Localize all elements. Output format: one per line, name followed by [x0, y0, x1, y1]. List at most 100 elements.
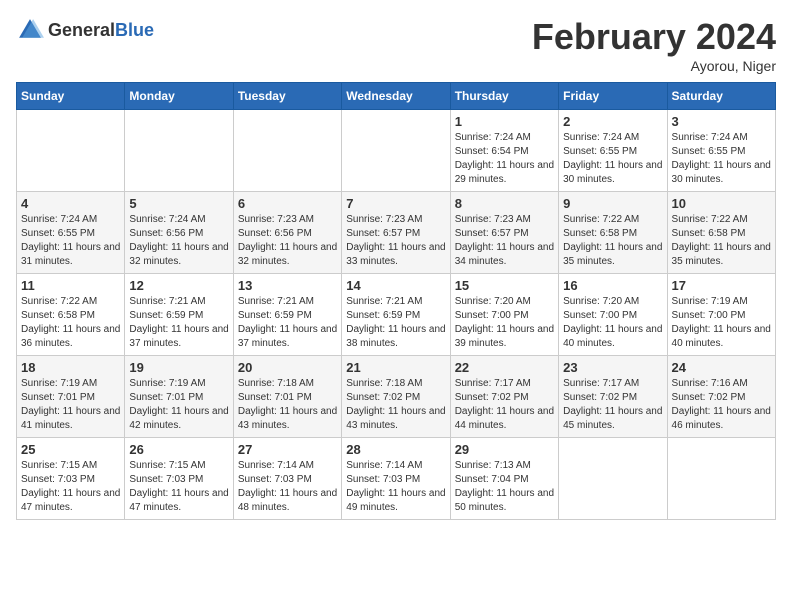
day-info: Sunrise: 7:23 AMSunset: 6:57 PMDaylight:…	[346, 213, 445, 269]
calendar-cell: 10 Sunrise: 7:22 AMSunset: 6:58 PMDayligh…	[667, 192, 775, 274]
calendar-cell: 18 Sunrise: 7:19 AMSunset: 7:01 PMDayligh…	[17, 356, 125, 438]
calendar-cell: 16Sunrise: 7:20 AMSunset: 7:00 PMDayligh…	[559, 274, 667, 356]
day-info: Sunrise: 7:18 AMSunset: 7:01 PMDaylight:…	[238, 377, 337, 433]
day-header-monday: Monday	[125, 83, 233, 110]
day-number: 4	[21, 196, 120, 211]
title-block: February 2024 Ayorou, Niger	[532, 16, 776, 74]
day-number: 16	[563, 278, 662, 293]
day-info: Sunrise: 7:22 AMSunset: 6:58 PMDaylight:…	[21, 295, 120, 351]
day-number: 10	[672, 196, 771, 211]
calendar-table: SundayMondayTuesdayWednesdayThursdayFrid…	[16, 82, 776, 520]
day-number: 15	[455, 278, 554, 293]
day-number: 9	[563, 196, 662, 211]
day-number: 23	[563, 360, 662, 375]
day-number: 19	[129, 360, 228, 375]
calendar-cell: 1Sunrise: 7:24 AMSunset: 6:54 PMDaylight…	[450, 110, 558, 192]
day-info: Sunrise: 7:21 AMSunset: 6:59 PMDaylight:…	[238, 295, 337, 351]
calendar-cell: 28Sunrise: 7:14 AMSunset: 7:03 PMDayligh…	[342, 438, 450, 520]
day-info: Sunrise: 7:21 AMSunset: 6:59 PMDaylight:…	[346, 295, 445, 351]
day-number: 3	[672, 114, 771, 129]
day-info: Sunrise: 7:19 AMSunset: 7:00 PMDaylight:…	[672, 295, 771, 351]
calendar-cell	[667, 438, 775, 520]
calendar-cell: 20 Sunrise: 7:18 AMSunset: 7:01 PMDayligh…	[233, 356, 341, 438]
month-title: February 2024	[532, 16, 776, 58]
day-number: 28	[346, 442, 445, 457]
day-info: Sunrise: 7:21 AMSunset: 6:59 PMDaylight:…	[129, 295, 228, 351]
day-info: Sunrise: 7:16 AMSunset: 7:02 PMDaylight:…	[672, 377, 771, 433]
logo-icon	[16, 16, 44, 44]
day-number: 22	[455, 360, 554, 375]
calendar-cell: 26 Sunrise: 7:15 AMSunset: 7:03 PMDayligh…	[125, 438, 233, 520]
day-number: 24	[672, 360, 771, 375]
day-number: 13	[238, 278, 337, 293]
day-info: Sunrise: 7:24 AMSunset: 6:55 PMDaylight:…	[672, 131, 771, 187]
calendar-cell	[342, 110, 450, 192]
calendar-cell: 21 Sunrise: 7:18 AMSunset: 7:02 PMDayligh…	[342, 356, 450, 438]
day-info: Sunrise: 7:24 AMSunset: 6:55 PMDaylight:…	[21, 213, 120, 269]
calendar-cell: 19 Sunrise: 7:19 AMSunset: 7:01 PMDayligh…	[125, 356, 233, 438]
day-header-sunday: Sunday	[17, 83, 125, 110]
day-number: 20	[238, 360, 337, 375]
calendar-cell: 2 Sunrise: 7:24 AMSunset: 6:55 PMDaylight…	[559, 110, 667, 192]
calendar-cell	[559, 438, 667, 520]
calendar-cell: 17 Sunrise: 7:19 AMSunset: 7:00 PMDayligh…	[667, 274, 775, 356]
day-info: Sunrise: 7:23 AMSunset: 6:56 PMDaylight:…	[238, 213, 337, 269]
day-header-saturday: Saturday	[667, 83, 775, 110]
calendar-cell: 24 Sunrise: 7:16 AMSunset: 7:02 PMDayligh…	[667, 356, 775, 438]
day-number: 18	[21, 360, 120, 375]
day-number: 14	[346, 278, 445, 293]
calendar-cell: 3 Sunrise: 7:24 AMSunset: 6:55 PMDaylight…	[667, 110, 775, 192]
day-number: 7	[346, 196, 445, 211]
calendar-cell: 4 Sunrise: 7:24 AMSunset: 6:55 PMDaylight…	[17, 192, 125, 274]
day-info: Sunrise: 7:24 AMSunset: 6:56 PMDaylight:…	[129, 213, 228, 269]
day-info: Sunrise: 7:18 AMSunset: 7:02 PMDaylight:…	[346, 377, 445, 433]
calendar-cell: 6 Sunrise: 7:23 AMSunset: 6:56 PMDaylight…	[233, 192, 341, 274]
day-number: 12	[129, 278, 228, 293]
day-info: Sunrise: 7:24 AMSunset: 6:55 PMDaylight:…	[563, 131, 662, 187]
calendar-cell	[125, 110, 233, 192]
day-header-wednesday: Wednesday	[342, 83, 450, 110]
day-info: Sunrise: 7:17 AMSunset: 7:02 PMDaylight:…	[563, 377, 662, 433]
calendar-cell	[233, 110, 341, 192]
day-number: 11	[21, 278, 120, 293]
day-number: 2	[563, 114, 662, 129]
day-number: 29	[455, 442, 554, 457]
day-info: Sunrise: 7:13 AMSunset: 7:04 PMDaylight:…	[455, 459, 554, 515]
calendar-cell: 7 Sunrise: 7:23 AMSunset: 6:57 PMDaylight…	[342, 192, 450, 274]
week-row-4: 18 Sunrise: 7:19 AMSunset: 7:01 PMDayligh…	[17, 356, 776, 438]
page-header: GeneralBlue February 2024 Ayorou, Niger	[16, 16, 776, 74]
calendar-cell: 27Sunrise: 7:14 AMSunset: 7:03 PMDayligh…	[233, 438, 341, 520]
day-info: Sunrise: 7:17 AMSunset: 7:02 PMDaylight:…	[455, 377, 554, 433]
day-info: Sunrise: 7:15 AMSunset: 7:03 PMDaylight:…	[21, 459, 120, 515]
calendar-cell: 15Sunrise: 7:20 AMSunset: 7:00 PMDayligh…	[450, 274, 558, 356]
day-info: Sunrise: 7:22 AMSunset: 6:58 PMDaylight:…	[563, 213, 662, 269]
day-header-thursday: Thursday	[450, 83, 558, 110]
day-number: 8	[455, 196, 554, 211]
calendar-cell: 5Sunrise: 7:24 AMSunset: 6:56 PMDaylight…	[125, 192, 233, 274]
day-headers-row: SundayMondayTuesdayWednesdayThursdayFrid…	[17, 83, 776, 110]
week-row-2: 4 Sunrise: 7:24 AMSunset: 6:55 PMDaylight…	[17, 192, 776, 274]
week-row-1: 1Sunrise: 7:24 AMSunset: 6:54 PMDaylight…	[17, 110, 776, 192]
day-info: Sunrise: 7:23 AMSunset: 6:57 PMDaylight:…	[455, 213, 554, 269]
calendar-cell	[17, 110, 125, 192]
day-header-tuesday: Tuesday	[233, 83, 341, 110]
day-info: Sunrise: 7:24 AMSunset: 6:54 PMDaylight:…	[455, 131, 554, 187]
calendar-cell: 8 Sunrise: 7:23 AMSunset: 6:57 PMDaylight…	[450, 192, 558, 274]
week-row-5: 25Sunrise: 7:15 AMSunset: 7:03 PMDayligh…	[17, 438, 776, 520]
day-number: 26	[129, 442, 228, 457]
day-info: Sunrise: 7:19 AMSunset: 7:01 PMDaylight:…	[129, 377, 228, 433]
logo-general-text: General	[48, 20, 115, 40]
logo: GeneralBlue	[16, 16, 154, 44]
calendar-cell: 9 Sunrise: 7:22 AMSunset: 6:58 PMDaylight…	[559, 192, 667, 274]
day-number: 21	[346, 360, 445, 375]
day-info: Sunrise: 7:22 AMSunset: 6:58 PMDaylight:…	[672, 213, 771, 269]
calendar-cell: 25Sunrise: 7:15 AMSunset: 7:03 PMDayligh…	[17, 438, 125, 520]
day-number: 6	[238, 196, 337, 211]
calendar-cell: 29 Sunrise: 7:13 AMSunset: 7:04 PMDayligh…	[450, 438, 558, 520]
day-number: 17	[672, 278, 771, 293]
day-number: 27	[238, 442, 337, 457]
logo-blue-text: Blue	[115, 20, 154, 40]
day-info: Sunrise: 7:15 AMSunset: 7:03 PMDaylight:…	[129, 459, 228, 515]
day-info: Sunrise: 7:19 AMSunset: 7:01 PMDaylight:…	[21, 377, 120, 433]
location-text: Ayorou, Niger	[532, 58, 776, 74]
